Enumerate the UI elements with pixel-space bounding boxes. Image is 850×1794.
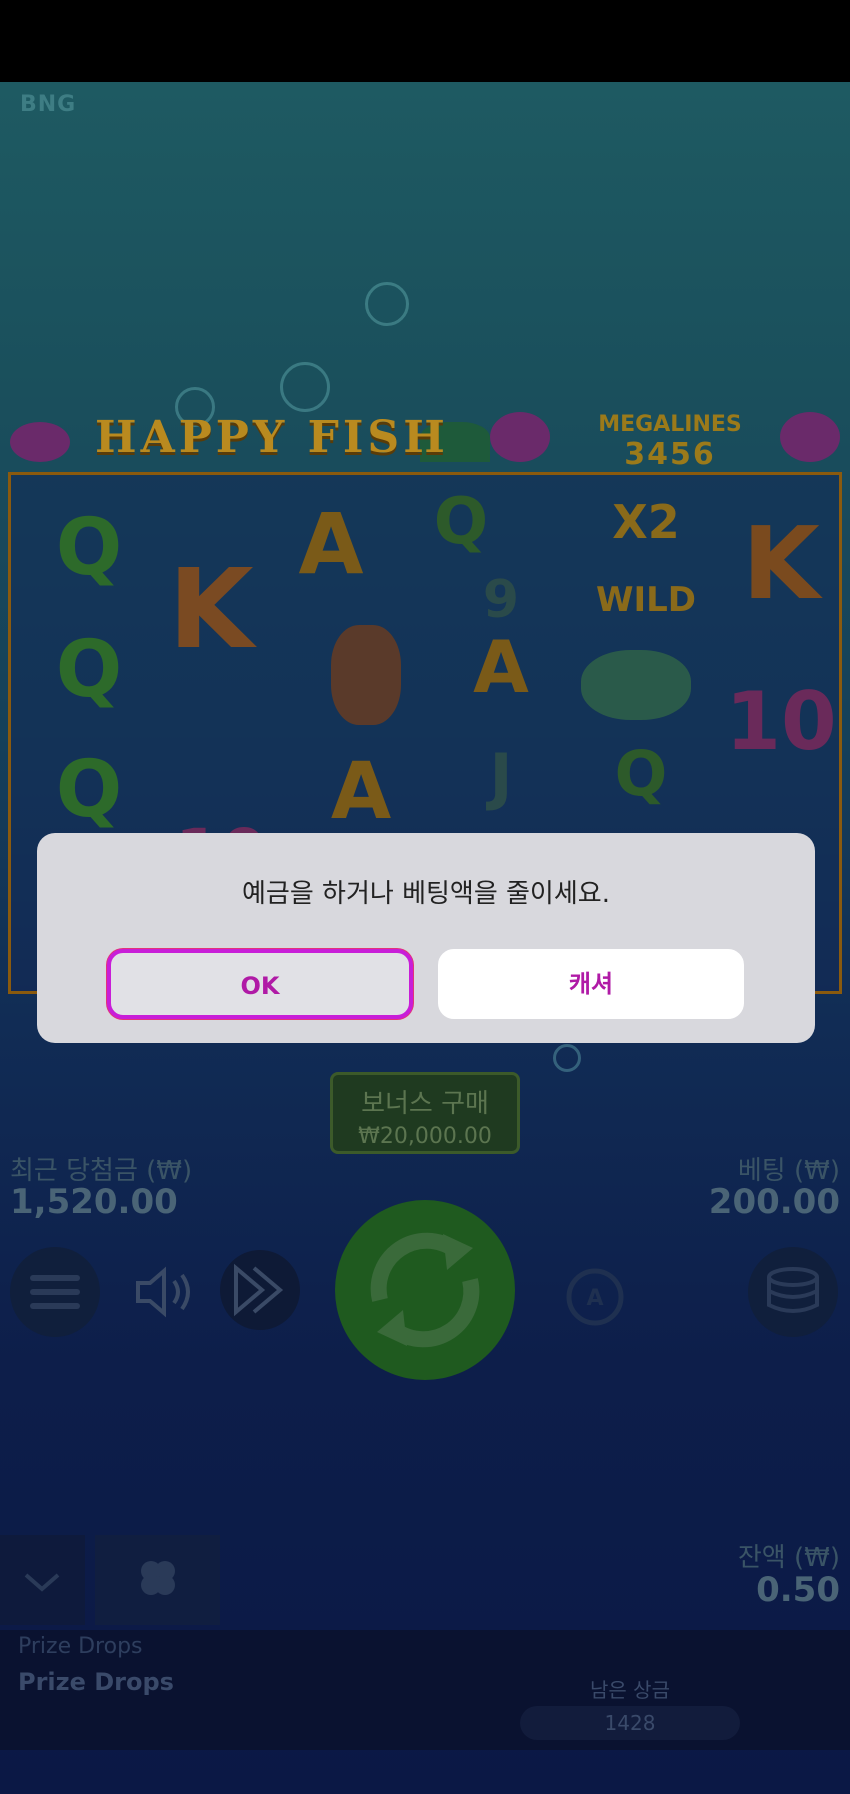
- bonus-buy-button[interactable]: 보너스 구매 ₩20,000.00: [330, 1072, 520, 1154]
- symbol-wild: WILD: [595, 580, 697, 620]
- symbol-10: 10: [725, 675, 837, 768]
- autoplay-button[interactable]: A: [555, 1257, 635, 1337]
- symbol-9: 9: [482, 570, 520, 630]
- svg-text:A: A: [586, 1286, 603, 1311]
- prize-drops-subtitle: Prize Drops: [18, 1634, 143, 1659]
- spin-button[interactable]: [335, 1200, 515, 1380]
- last-win-value: 1,520.00: [10, 1182, 178, 1222]
- prize-drops-panel: Prize Drops Prize Drops 남은 상금 1428: [0, 1630, 850, 1750]
- turbo-icon: [234, 1263, 284, 1317]
- megalines-label: MEGALINES: [598, 412, 742, 437]
- cashier-button[interactable]: 캐셔: [438, 949, 744, 1019]
- turbo-button[interactable]: [220, 1250, 300, 1330]
- symbol-a: A: [473, 625, 529, 709]
- prize-drops-title: Prize Drops: [18, 1668, 174, 1696]
- spin-icon: [370, 1232, 480, 1348]
- remaining-prizes-label: 남은 상금: [590, 1678, 670, 1702]
- symbol-a: A: [330, 747, 392, 837]
- bet-settings-button[interactable]: [748, 1247, 838, 1337]
- balance-value: 0.50: [756, 1570, 840, 1610]
- brand-logo: BNG: [20, 92, 77, 117]
- autoplay-icon: A: [566, 1268, 624, 1326]
- symbol-j: J: [489, 740, 513, 813]
- symbol-x2: X2: [612, 495, 680, 549]
- menu-button[interactable]: [10, 1247, 100, 1337]
- bubble: [553, 1044, 581, 1072]
- insufficient-funds-dialog: 예금을 하거나 베팅액을 줄이세요. OK 캐셔: [37, 833, 815, 1043]
- dialog-message: 예금을 하거나 베팅액을 줄이세요.: [242, 879, 610, 909]
- collapse-button[interactable]: [0, 1535, 85, 1625]
- bubble: [365, 282, 409, 326]
- balance-label: 잔액 (₩): [737, 1543, 840, 1573]
- symbol-q: Q: [433, 485, 489, 559]
- symbol-q: Q: [55, 503, 123, 593]
- remaining-prizes-value: 1428: [520, 1706, 740, 1740]
- fish-symbol: [581, 650, 691, 720]
- chevron-down-icon: [24, 1573, 60, 1592]
- coral-decoration: [490, 412, 550, 462]
- symbol-q: Q: [55, 745, 123, 835]
- megalines-badge: MEGALINES 3456: [590, 412, 750, 472]
- sound-icon: [136, 1266, 190, 1318]
- bonus-buy-label: 보너스 구매: [361, 1089, 489, 1119]
- symbol-a: A: [298, 495, 364, 593]
- clover-icon: [141, 1561, 175, 1595]
- symbol-q: Q: [614, 737, 668, 810]
- megalines-value: 3456: [624, 437, 716, 472]
- coral-decoration: [780, 412, 840, 462]
- game-logo: HAPPY FISH: [95, 412, 449, 463]
- symbol-q: Q: [55, 625, 123, 715]
- sound-button[interactable]: [130, 1257, 200, 1327]
- bubble: [280, 362, 330, 412]
- symbol-k: K: [168, 545, 254, 673]
- coins-icon: [767, 1267, 819, 1313]
- fish-symbol: [331, 625, 401, 725]
- prize-drops-tab[interactable]: [95, 1535, 220, 1625]
- ok-button[interactable]: OK: [107, 949, 413, 1019]
- coral-decoration: [10, 422, 70, 462]
- symbol-k: K: [742, 505, 820, 622]
- bonus-buy-price: ₩20,000.00: [358, 1124, 492, 1149]
- menu-icon: [30, 1275, 80, 1309]
- bet-value[interactable]: 200.00: [709, 1182, 840, 1222]
